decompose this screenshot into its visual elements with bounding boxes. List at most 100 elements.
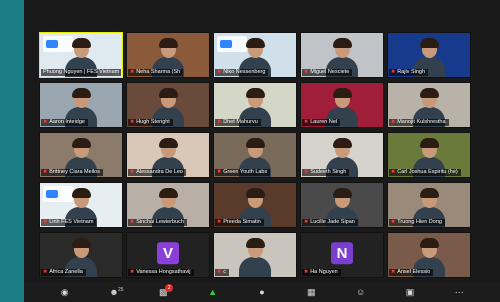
participant-tile[interactable]: Phuong Nguyen | FES Vietnam xyxy=(39,32,123,78)
participant-name: c xyxy=(223,269,226,275)
muted-mic-icon: ✖ xyxy=(391,219,396,225)
participants-count: 25 xyxy=(117,287,124,293)
record-icon[interactable]: ● xyxy=(256,286,268,298)
muted-mic-icon: ✖ xyxy=(391,269,396,275)
zoom-meeting-window: Phuong Nguyen | FES Vietnam ✖ Neha Sharma … xyxy=(24,0,500,302)
muted-mic-icon: ✖ xyxy=(43,119,48,125)
participant-name: Ha Nguyen xyxy=(310,269,338,275)
participant-tile[interactable]: ✖ Truong Hien Dong xyxy=(387,182,471,228)
share-screen-icon[interactable]: ▲ xyxy=(207,286,219,298)
muted-mic-icon: ✖ xyxy=(391,169,396,175)
participant-name: Brittney Ciara Meilos xyxy=(49,169,100,175)
participant-name-label: ✖ Neha Sharma (Sh xyxy=(128,69,184,76)
participant-name-label: ✖ Carl Joshua Espiritu (he) xyxy=(389,169,461,176)
participant-name: Carl Joshua Espiritu (he) xyxy=(397,169,458,175)
muted-mic-icon: ✖ xyxy=(304,119,309,125)
participant-tile[interactable]: ✖ c xyxy=(213,232,297,278)
participant-name-label: ✖ Linh FES Vietnam xyxy=(41,219,97,226)
breakout-icon[interactable]: ▦ xyxy=(305,286,317,298)
meeting-toolbar: ◉ ☻ 25 ▩ 2 ▲ ● ▦ ☺ ▣ ⋯ xyxy=(24,282,500,302)
participant-tile[interactable]: ✖ Carl Joshua Espiritu (he) xyxy=(387,132,471,178)
participant-name-label: Phuong Nguyen | FES Vietnam xyxy=(41,69,121,76)
muted-mic-icon: ✖ xyxy=(130,169,135,175)
participant-name: Sudeeth Singh xyxy=(310,169,347,175)
participant-name-label: ✖ Sudeeth Singh xyxy=(302,169,350,176)
participant-tile[interactable]: ✖ Niko Nessenberg xyxy=(213,32,297,78)
participant-tile[interactable]: N ✖ Ha Nguyen xyxy=(300,232,384,278)
participant-name: Miguel Nesciete xyxy=(310,69,350,75)
participant-name-label: ✖ Lauren Nel xyxy=(302,119,341,126)
participant-name-label: ✖ c xyxy=(215,269,229,276)
muted-mic-icon: ✖ xyxy=(217,169,222,175)
participant-name-label: ✖ Miguel Nesciete xyxy=(302,69,353,76)
participant-tile[interactable]: ✖ Brittney Ciara Meilos xyxy=(39,132,123,178)
muted-mic-icon: ✖ xyxy=(43,219,48,225)
participant-name-label: ✖ Lucille Jade Sipan xyxy=(302,219,358,226)
participant-name: Truong Hien Dong xyxy=(397,219,442,225)
participant-name: Ansel Elessio xyxy=(397,269,431,275)
participant-name-label: ✖ Alessandra De Leo xyxy=(128,169,186,176)
participant-name-label: ✖ Rajiv Singh xyxy=(389,69,429,76)
participant-name: Hugh Steright xyxy=(136,119,170,125)
participant-tile[interactable]: ✖ Manojit Kulshrestha xyxy=(387,82,471,128)
participant-tile[interactable]: ✖ Linh FES Vietnam xyxy=(39,182,123,228)
muted-mic-icon: ✖ xyxy=(217,119,222,125)
participant-tile[interactable]: ✖ Dhet Mahurvu xyxy=(213,82,297,128)
participant-name: Neha Sharma (Sh xyxy=(136,69,181,75)
participant-name: Niko Nessenberg xyxy=(223,69,266,75)
muted-mic-icon: ✖ xyxy=(43,169,48,175)
participant-name-label: ✖ Sinchai Lewierbuch xyxy=(128,219,187,226)
security-icon[interactable]: ◉ xyxy=(59,286,71,298)
participants-icon[interactable]: ☻ 25 xyxy=(108,286,123,298)
participant-tile[interactable]: ✖ Aaron Inteidge xyxy=(39,82,123,128)
muted-mic-icon: ✖ xyxy=(130,219,135,225)
participant-tile[interactable]: ✖ Preeda Simatin xyxy=(213,182,297,228)
desktop-background xyxy=(0,0,24,302)
participant-name: Linh FES Vietnam xyxy=(49,219,94,225)
participant-name-label: ✖ Preeda Simatin xyxy=(215,219,264,226)
participant-tile[interactable]: ✖ Lauren Nel xyxy=(300,82,384,128)
muted-mic-icon: ✖ xyxy=(217,269,222,275)
chat-badge: 2 xyxy=(165,284,174,292)
participant-name: Lucille Jade Sipan xyxy=(310,219,355,225)
participant-name: Vanessa Hongsathavij xyxy=(136,269,191,275)
avatar-initial: N xyxy=(331,242,353,265)
participant-tile[interactable]: ✖ Sinchai Lewierbuch xyxy=(126,182,210,228)
muted-mic-icon: ✖ xyxy=(130,69,135,75)
muted-mic-icon: ✖ xyxy=(43,269,48,275)
participant-name: Sinchai Lewierbuch xyxy=(136,219,184,225)
participant-tile[interactable]: ✖ Alessandra De Leo xyxy=(126,132,210,178)
muted-mic-icon: ✖ xyxy=(304,219,309,225)
participant-tile[interactable]: ✖ Green Youth Labs xyxy=(213,132,297,178)
chat-icon[interactable]: ▩ 2 xyxy=(157,284,174,298)
participant-tile[interactable]: ✖ Miguel Nesciete xyxy=(300,32,384,78)
muted-mic-icon: ✖ xyxy=(217,69,222,75)
participant-name: Green Youth Labs xyxy=(223,169,268,175)
apps-icon[interactable]: ▣ xyxy=(404,286,416,298)
participant-name-label: ✖ Aaron Inteidge xyxy=(41,119,88,126)
muted-mic-icon: ✖ xyxy=(304,169,309,175)
participant-name: Alessandra De Leo xyxy=(136,169,183,175)
participant-tile[interactable]: ✖ Ansel Elessio xyxy=(387,232,471,278)
participant-tile[interactable]: V ✖ Vanessa Hongsathavij xyxy=(126,232,210,278)
participant-tile[interactable]: ✖ Hugh Steright xyxy=(126,82,210,128)
participant-name-label: ✖ Green Youth Labs xyxy=(215,169,271,176)
participant-name-label: ✖ Manojit Kulshrestha xyxy=(389,119,449,126)
reactions-icon[interactable]: ☺ xyxy=(355,286,367,298)
muted-mic-icon: ✖ xyxy=(130,119,135,125)
participant-tile[interactable]: ✖ Lucille Jade Sipan xyxy=(300,182,384,228)
participant-name-label: ✖ Hugh Steright xyxy=(128,119,173,126)
participant-name-label: ✖ Africa Zanella xyxy=(41,269,86,276)
gallery-grid: Phuong Nguyen | FES Vietnam ✖ Neha Sharma … xyxy=(39,32,479,280)
participant-name: Phuong Nguyen | FES Vietnam xyxy=(43,69,120,75)
participant-tile[interactable]: ✖ Africa Zanella xyxy=(39,232,123,278)
avatar-initial: V xyxy=(157,242,179,265)
participant-tile[interactable]: ✖ Neha Sharma (Sh xyxy=(126,32,210,78)
participant-name: Lauren Nel xyxy=(310,119,338,125)
participant-name: Dhet Mahurvu xyxy=(223,119,258,125)
participant-name: Preeda Simatin xyxy=(223,219,261,225)
participant-name: Manojit Kulshrestha xyxy=(397,119,446,125)
participant-tile[interactable]: ✖ Rajiv Singh xyxy=(387,32,471,78)
participant-tile[interactable]: ✖ Sudeeth Singh xyxy=(300,132,384,178)
more-icon[interactable]: ⋯ xyxy=(453,286,465,298)
